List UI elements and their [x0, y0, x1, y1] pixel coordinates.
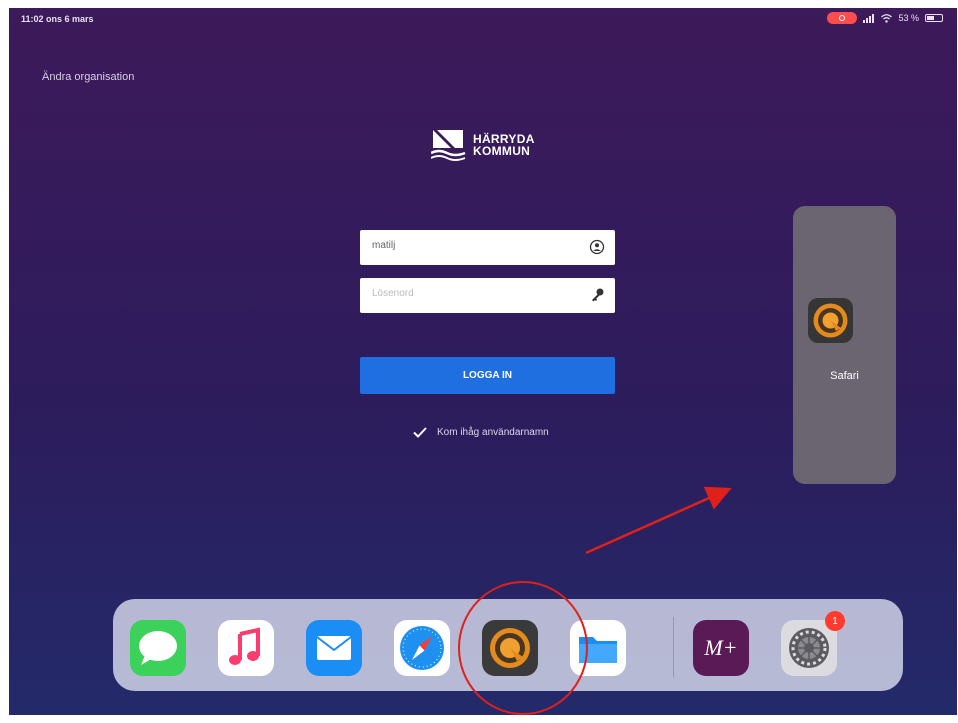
dock-messages[interactable]	[130, 620, 186, 676]
dock-music[interactable]	[218, 620, 274, 676]
panel-app-label: Safari	[830, 370, 859, 382]
files-icon	[579, 637, 617, 663]
key-icon	[592, 288, 604, 302]
settings-badge: 1	[825, 611, 845, 631]
harryda-kommun-logo: HÄRRYDA KOMMUN	[431, 126, 535, 164]
slide-over-panel[interactable]: Safari	[793, 206, 896, 484]
dock-app-q[interactable]	[482, 620, 538, 676]
safari-icon	[400, 626, 444, 670]
password-field[interactable]	[360, 278, 615, 313]
remember-username-toggle[interactable]: Kom ihåg användarnamn	[413, 427, 549, 438]
panel-app-icon[interactable]	[808, 298, 853, 343]
dock-mail[interactable]	[306, 620, 362, 676]
screen-recording-icon[interactable]	[827, 12, 858, 24]
checkmark-icon	[413, 427, 427, 438]
app-q-icon	[813, 303, 848, 338]
user-icon	[589, 239, 605, 255]
music-icon	[229, 627, 260, 665]
cellular-signal-icon	[863, 13, 875, 23]
status-time: 11:02 ons 6 mars	[21, 14, 94, 24]
app-q-icon	[490, 628, 530, 668]
remember-label: Kom ihåg användarnamn	[437, 427, 549, 438]
username-input[interactable]	[370, 239, 574, 252]
change-organisation-link[interactable]: Ändra organisation	[42, 71, 134, 83]
messages-icon	[139, 631, 177, 665]
dock: M+ 1	[113, 599, 903, 691]
m-plus-icon: M+	[704, 635, 738, 660]
harryda-logo-icon	[431, 130, 466, 161]
logo-line-2: KOMMUN	[473, 144, 531, 158]
mail-icon	[316, 636, 352, 660]
status-indicators: 53 %	[827, 12, 943, 24]
wifi-icon	[881, 13, 893, 23]
dock-files[interactable]	[570, 620, 626, 676]
battery-icon	[925, 14, 943, 22]
dock-m-plus[interactable]: M+	[693, 620, 749, 676]
password-input[interactable]	[370, 287, 574, 300]
dock-separator	[673, 617, 674, 677]
battery-percent: 53 %	[898, 13, 919, 23]
login-button[interactable]: LOGGA IN	[360, 357, 615, 394]
ipad-screen: 11:02 ons 6 mars 53 % Ändra organisation	[9, 8, 957, 715]
status-bar: 11:02 ons 6 mars 53 %	[9, 8, 957, 30]
username-field[interactable]	[360, 230, 615, 265]
dock-safari[interactable]	[394, 620, 450, 676]
